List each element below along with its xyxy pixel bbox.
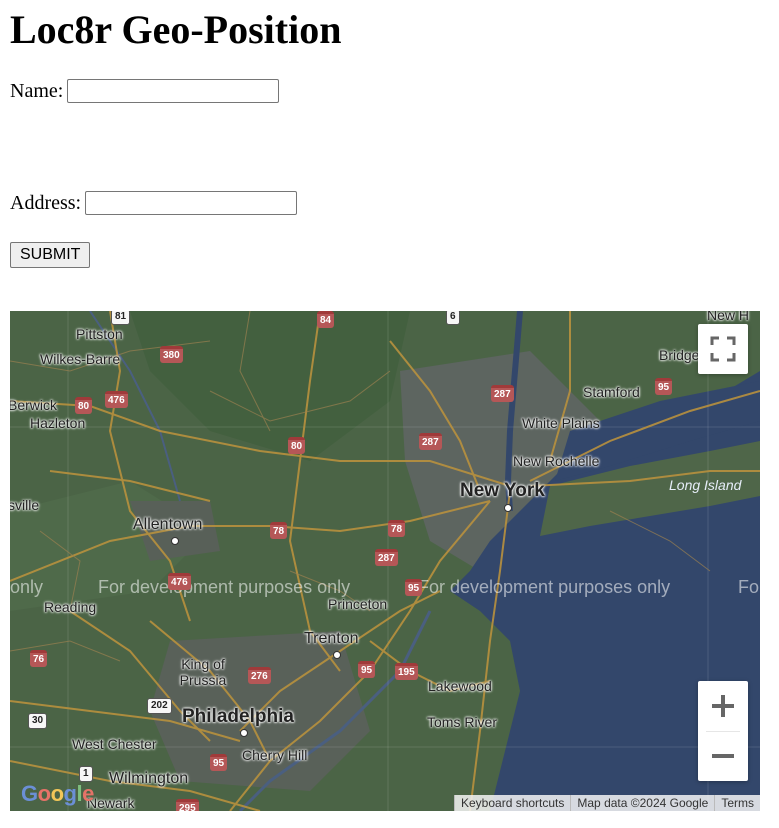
city-marker: [333, 651, 341, 659]
fullscreen-icon: [710, 336, 736, 362]
road-shield: 95: [405, 579, 423, 596]
city-label: Lakewood: [428, 678, 492, 694]
city-label: Princeton: [328, 596, 388, 612]
name-row: Name:: [10, 79, 280, 103]
city-marker: [171, 537, 179, 545]
zoom-out-button[interactable]: [698, 731, 748, 781]
city-marker: [504, 504, 512, 512]
road-shield: 76: [30, 650, 48, 667]
map[interactable]: only For development purposes only For d…: [10, 311, 760, 811]
road-shield: 78: [270, 522, 288, 539]
road-shield: 30: [28, 713, 48, 729]
road-shield: 95: [655, 378, 673, 395]
water-label: Long Island: [669, 477, 742, 493]
road-shield: 81: [111, 311, 131, 325]
keyboard-shortcuts-link[interactable]: Keyboard shortcuts: [454, 795, 571, 811]
name-label: Name:: [10, 80, 64, 102]
city-label: Toms River: [427, 714, 498, 730]
city-label: Newark: [87, 795, 135, 811]
road-shield: 287: [491, 385, 514, 402]
city-label: Allentown: [133, 516, 203, 533]
road-shield: 84: [317, 311, 335, 328]
road-shield: 287: [419, 433, 442, 450]
road-shield: 1: [79, 766, 93, 782]
terms-link[interactable]: Terms: [714, 795, 760, 811]
city-label: Trenton: [304, 630, 359, 647]
zoom-in-button[interactable]: [698, 681, 748, 731]
minus-icon: [712, 754, 734, 758]
submit-button[interactable]: SUBMIT: [10, 242, 91, 268]
city-label: White Plains: [522, 415, 600, 431]
city-label: West Chester: [72, 736, 157, 752]
page-title: Loc8r Geo-Position: [10, 7, 342, 52]
city-label: Wilkes-Barre: [40, 351, 121, 367]
road-shield: 80: [288, 437, 306, 454]
city-label: Philadelphia: [182, 706, 294, 727]
road-shield: 95: [210, 754, 228, 771]
fullscreen-button[interactable]: [698, 324, 748, 374]
map-data-credit: Map data ©2024 Google: [570, 795, 715, 811]
address-row: Address:: [10, 191, 298, 215]
city-label: New H: [707, 311, 750, 323]
city-label: Berwick: [10, 397, 58, 413]
road-shield: 6: [446, 311, 460, 325]
city-marker: [240, 729, 248, 737]
dev-watermark-partial-left: only: [10, 577, 44, 597]
road-shield: 78: [388, 520, 406, 537]
city-label: Stamford: [583, 384, 640, 400]
city-label: New Rochelle: [513, 453, 600, 469]
city-label: King of Prussia: [179, 656, 227, 688]
city-label: Bridge: [659, 347, 700, 363]
road-shield: 476: [105, 391, 128, 408]
address-input[interactable]: [85, 191, 298, 215]
plus-icon: [712, 695, 734, 717]
dev-watermark: For development purposes only: [98, 577, 351, 597]
city-label: Reading: [44, 599, 97, 615]
road-shield: 287: [375, 549, 398, 566]
dev-watermark-partial-right: Fo: [738, 577, 760, 597]
dev-watermark: For development purposes only: [418, 577, 671, 597]
city-label: New York: [460, 480, 545, 501]
road-shield: 202: [147, 698, 172, 714]
city-label: Hazleton: [30, 415, 86, 431]
city-label: Pittston: [76, 326, 123, 342]
road-shield: 276: [248, 667, 271, 684]
road-shield: 80: [75, 397, 93, 414]
zoom-control: [698, 681, 748, 781]
city-label: Wilmington: [109, 770, 189, 787]
road-shield: 380: [160, 346, 183, 363]
zoom-divider: [706, 731, 740, 732]
city-label: Cherry Hill: [242, 747, 308, 763]
road-shield: 195: [395, 663, 418, 680]
google-logo[interactable]: Google: [21, 781, 94, 807]
road-shield: 476: [168, 573, 191, 590]
road-shield: 295: [176, 799, 199, 811]
address-label: Address:: [10, 192, 82, 214]
city-label: sville: [10, 497, 40, 513]
name-input[interactable]: [67, 79, 280, 103]
map-attribution: Keyboard shortcuts Map data ©2024 Google…: [454, 795, 760, 811]
road-shield: 95: [358, 661, 376, 678]
